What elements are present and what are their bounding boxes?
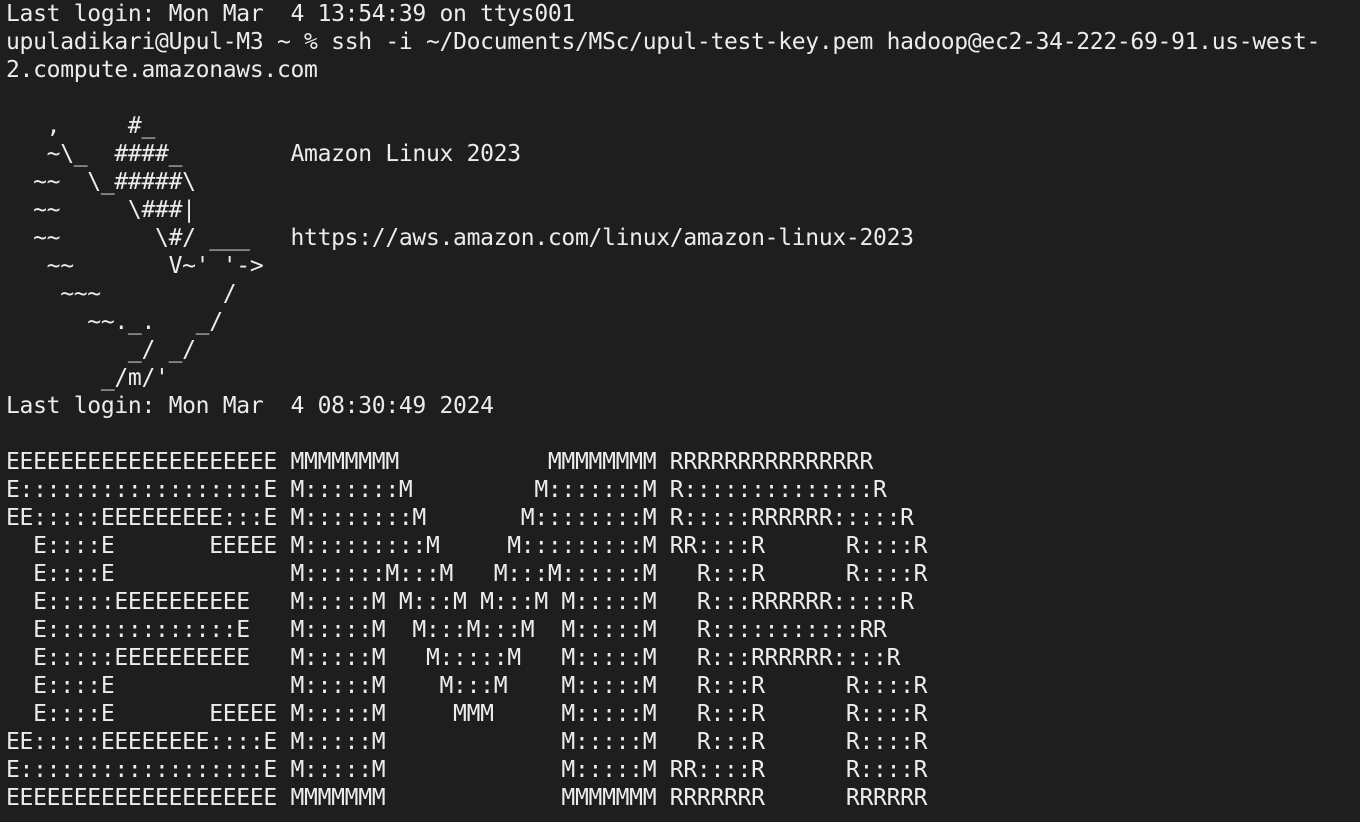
ssh-command: ssh -i ~/Documents/MSc/upul-test-key.pem… (331, 29, 1321, 55)
emr-banner-row: EEEEEEEEEEEEEEEEEEEE MMMMMMM MMMMMMM RRR… (6, 785, 928, 811)
emr-banner-row: E::::E EEEEE M:::::::::M M:::::::::M RR:… (6, 533, 928, 559)
emr-banner-row: E::::::::::::::E M:::::M M:::M:::M M::::… (6, 617, 887, 643)
last-login-remote: Last login: Mon Mar 4 08:30:49 2024 (6, 393, 494, 419)
emr-banner-row: E::::::::::::::::::E M:::::M M:::::M RR:… (6, 757, 928, 783)
last-login-local: Last login: Mon Mar 4 13:54:39 on ttys00… (6, 1, 575, 27)
command-line: upuladikari@Upul-M3 ~ % ssh -i ~/Documen… (6, 28, 1360, 56)
emr-banner-row: E::::E M::::::M:::M M:::M::::::M R:::R R… (6, 561, 928, 587)
emr-ascii-banner: EEEEEEEEEEEEEEEEEEEE MMMMMMMM MMMMMMMM R… (6, 448, 1360, 812)
motd-row: ~~ \###| (6, 197, 196, 223)
emr-banner-row: EE:::::EEEEEEEE::::E M:::::M M:::::M R::… (6, 729, 928, 755)
motd-row: ~~~ / (6, 281, 237, 307)
motd-row: ~~._. _/ (6, 309, 223, 335)
motd-row-os-url: ~~ \#/ ___ https://aws.amazon.com/linux/… (6, 225, 914, 251)
amazon-linux-motd: , #_ ~\_ ####_ Amazon Linux 2023 ~~ \_##… (6, 112, 1360, 392)
motd-row: ~~ \_#####\ (6, 169, 196, 195)
emr-banner-row: E::::::::::::::::::E M:::::::M M:::::::M… (6, 477, 887, 503)
terminal-window[interactable]: Last login: Mon Mar 4 13:54:39 on ttys00… (0, 0, 1360, 822)
emr-banner-row: E::::E M:::::M M:::M M:::::M R:::R R::::… (6, 673, 928, 699)
emr-banner-row: E:::::EEEEEEEEEE M:::::M M:::::M M:::::M… (6, 645, 901, 671)
motd-row: ~~ V~' '-> (6, 253, 264, 279)
motd-row: , #_ (6, 113, 156, 139)
motd-row-os-name: ~\_ ####_ Amazon Linux 2023 (6, 141, 521, 167)
shell-prompt: upuladikari@Upul-M3 ~ % (6, 29, 332, 55)
ssh-command-wrap: 2.compute.amazonaws.com (6, 57, 318, 83)
emr-banner-row: EE:::::EEEEEEEEE:::E M::::::::M M:::::::… (6, 505, 914, 531)
emr-banner-row: E::::E EEEEE M:::::M MMM M:::::M R:::R R… (6, 701, 928, 727)
motd-row: _/ _/ (6, 337, 196, 363)
emr-banner-row: EEEEEEEEEEEEEEEEEEEE MMMMMMMM MMMMMMMM R… (6, 449, 874, 475)
motd-row: _/m/' (6, 365, 169, 391)
emr-banner-row: E:::::EEEEEEEEEE M:::::M M:::M M:::M M::… (6, 589, 914, 615)
